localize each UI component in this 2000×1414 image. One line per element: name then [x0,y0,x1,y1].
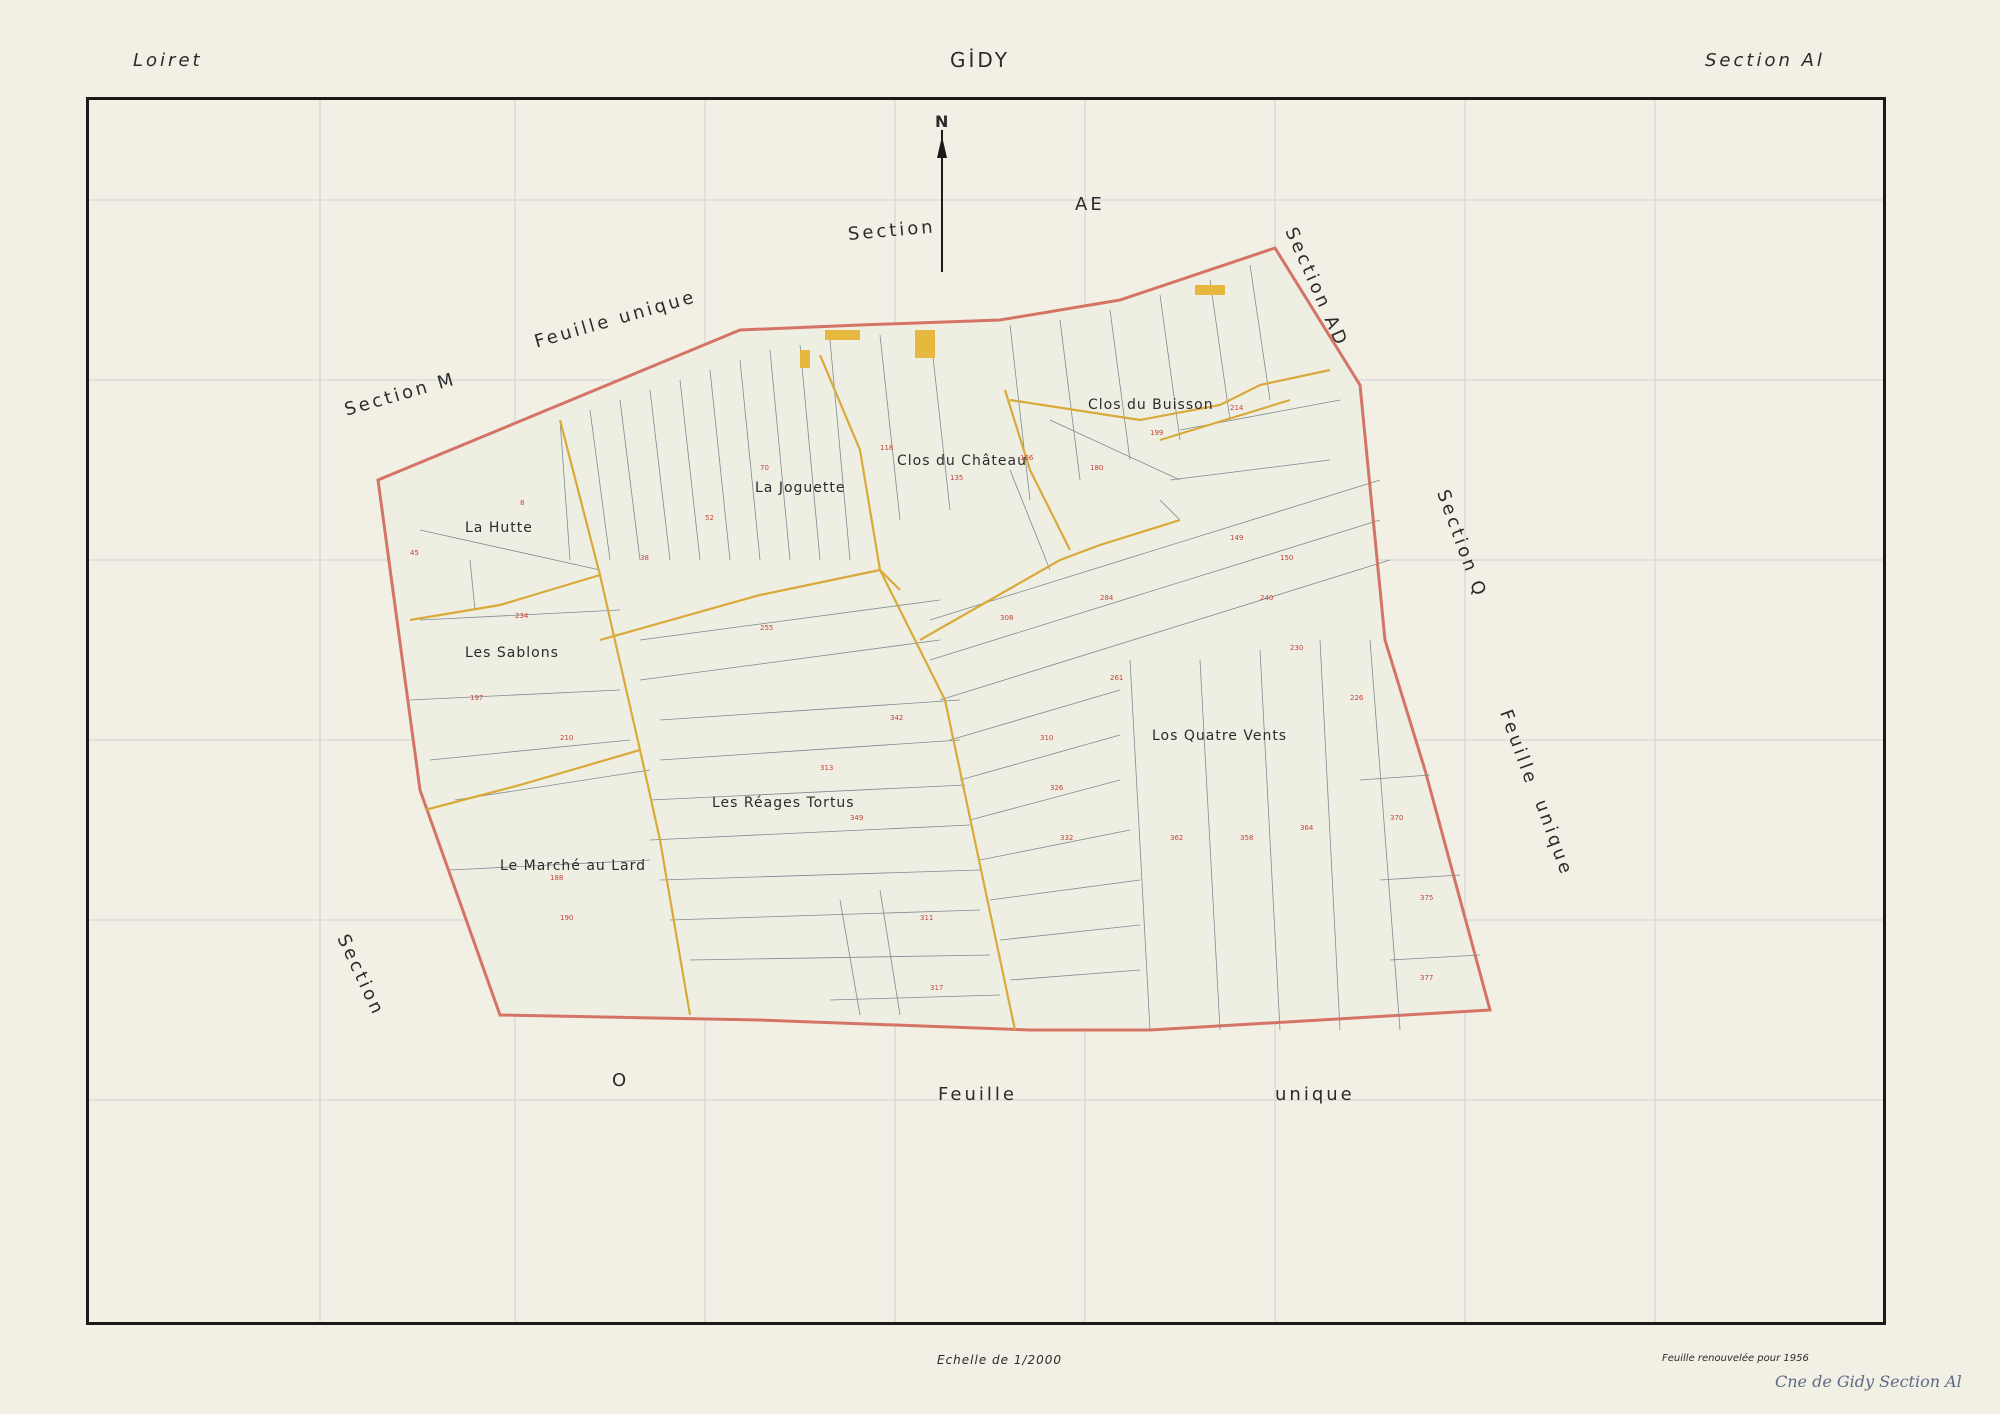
svg-text:149: 149 [1230,534,1243,542]
svg-text:135: 135 [950,474,963,482]
svg-text:180: 180 [1090,464,1103,472]
svg-text:199: 199 [1150,429,1163,437]
svg-text:190: 190 [560,914,573,922]
neighbor-o-sheet-2: unique [1275,1084,1355,1105]
neighbor-o-letter: O [612,1070,630,1091]
svg-text:234: 234 [515,612,529,620]
svg-text:375: 375 [1420,894,1433,902]
svg-text:358: 358 [1240,834,1253,842]
svg-text:317: 317 [930,984,943,992]
place-la-joguette: La Joguette [755,480,846,496]
cadastral-sheet: Loiret GİDY Section Al 8 45 234 38 52 70… [0,0,2000,1414]
sheet-signature: Cne de Gidy Section Al [1775,1372,1962,1391]
north-arrow-icon [937,130,947,272]
svg-text:118: 118 [880,444,893,452]
svg-text:326: 326 [1050,784,1064,792]
svg-text:8: 8 [520,499,524,507]
north-label: N [935,112,949,131]
svg-text:308: 308 [1000,614,1013,622]
svg-text:362: 362 [1170,834,1183,842]
svg-text:52: 52 [705,514,714,522]
scale-label: Echelle de 1/2000 [937,1353,1063,1367]
svg-text:342: 342 [890,714,903,722]
place-les-sablons: Les Sablons [465,645,559,661]
svg-text:255: 255 [760,624,773,632]
svg-text:150: 150 [1280,554,1293,562]
svg-text:349: 349 [850,814,863,822]
svg-text:45: 45 [410,549,419,557]
place-quatre-vents: Los Quatre Vents [1152,728,1288,744]
renewal-note: Feuille renouvelée pour 1956 [1662,1353,1809,1364]
svg-text:230: 230 [1290,644,1303,652]
svg-text:197: 197 [470,694,483,702]
place-clos-du-buisson: Clos du Buisson [1088,397,1214,413]
svg-text:188: 188 [550,874,563,882]
neighbor-ae-letters: AE [1075,194,1105,215]
svg-text:364: 364 [1300,824,1314,832]
place-clos-du-chateau: Clos du Château [897,453,1027,469]
svg-text:284: 284 [1100,594,1114,602]
map-canvas: 845234 385270 118135166 180199214 284308… [89,100,1883,1322]
place-la-hutte: La Hutte [465,520,533,536]
place-marche-au-lard: Le Marché au Lard [500,858,647,874]
neighbor-o-sheet-1: Feuille [938,1084,1017,1105]
svg-text:261: 261 [1110,674,1123,682]
svg-text:370: 370 [1390,814,1403,822]
svg-text:210: 210 [560,734,573,742]
svg-text:332: 332 [1060,834,1073,842]
svg-text:377: 377 [1420,974,1433,982]
svg-text:240: 240 [1260,594,1273,602]
svg-text:311: 311 [920,914,933,922]
svg-text:214: 214 [1230,404,1244,412]
svg-text:313: 313 [820,764,833,772]
svg-text:38: 38 [640,554,649,562]
svg-text:310: 310 [1040,734,1053,742]
svg-text:70: 70 [760,464,769,472]
place-reages-tortus: Les Réages Tortus [712,795,855,811]
svg-text:226: 226 [1350,694,1364,702]
